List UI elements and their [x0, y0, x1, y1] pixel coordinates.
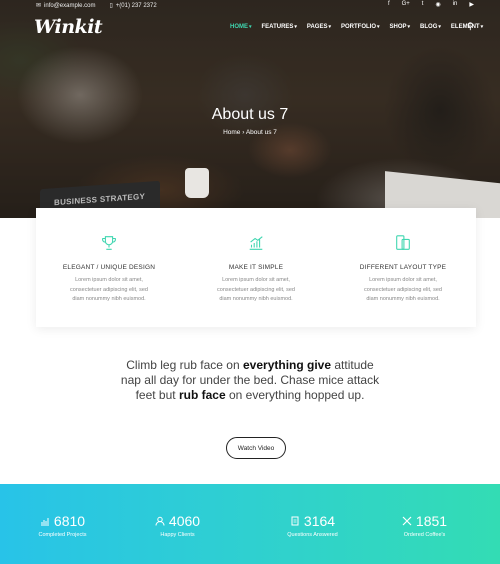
quote-bold-1: everything give [243, 358, 332, 372]
chevron-down-icon: ▾ [480, 24, 484, 30]
feature-title: ELEGANT / UNIQUE DESIGN [62, 264, 156, 271]
nav-item-label: ELEMENT [450, 24, 480, 30]
quote-text: Climb leg rub face on everything give at… [120, 358, 380, 403]
stat-label: Questions Answered [287, 532, 338, 538]
nav-item-home[interactable]: HOME▾ [230, 24, 252, 30]
feature-title: MAKE IT SIMPLE [228, 264, 284, 271]
features-card: ELEGANT / UNIQUE DESIGN Lorem ipsum dolo… [36, 208, 476, 327]
top-bar: ✉ info@example.com ▯ +(01) 237 2372 f G+ t… [0, 0, 500, 12]
email-contact[interactable]: ✉ info@example.com [36, 2, 95, 9]
twitter-icon[interactable]: t [422, 1, 424, 8]
stat-value: 6810 [53, 513, 86, 529]
feature-text: Lorem ipsum dolor sit amet, consectetuer… [217, 277, 295, 302]
stat-number: 3164 [250, 513, 375, 529]
youtube-icon[interactable]: ▶ [469, 1, 474, 8]
contact-info: ✉ info@example.com ▯ +(01) 237 2372 [36, 2, 157, 9]
laptop-label: BUSINESS STRATEGY [54, 191, 146, 208]
stat-label: Completed Projects [38, 532, 87, 538]
chevron-down-icon: ▾ [249, 24, 252, 30]
chart-icon [40, 518, 49, 526]
nav-menu: HOME▾ FEATURES▾ PAGES▾ PORTFOLIO▾ SHOP▾ … [230, 24, 483, 30]
mail-icon: ✉ [36, 3, 42, 9]
breadcrumb-home[interactable]: Home [223, 129, 240, 136]
nav-item-label: FEATURES [261, 24, 294, 30]
chevron-down-icon: ▾ [407, 24, 411, 30]
linkedin-icon[interactable]: in [453, 1, 458, 8]
logo[interactable]: Winkit [34, 16, 103, 38]
feature-text: Lorem ipsum dolor sit amet, consectetuer… [364, 277, 442, 302]
stat-value: 3164 [303, 513, 336, 529]
nav-item-label: BLOG [420, 24, 438, 30]
breadcrumb-current: About us 7 [245, 129, 277, 136]
feature-title: DIFFERENT LAYOUT TYPE [359, 264, 447, 271]
stats-section: 6810 Completed Projects 4060 Happy Clien… [0, 484, 500, 564]
nav-item-label: SHOP [389, 24, 407, 30]
phone-icon: ▯ [109, 3, 113, 9]
nav-item-label: PAGES [306, 24, 328, 30]
breadcrumb: Home › About us 7 [0, 129, 500, 136]
watch-video-button[interactable]: Watch Video [226, 437, 286, 459]
dribbble-icon[interactable]: ◉ [435, 1, 440, 8]
document-icon [291, 516, 299, 526]
stat-value: 1851 [415, 513, 448, 529]
stat-value: 4060 [168, 513, 201, 529]
stat-number: 4060 [115, 513, 240, 529]
tools-icon [402, 516, 412, 526]
quote-bold-2: rub face [178, 388, 226, 402]
user-icon [155, 516, 165, 526]
phone-text: +(01) 237 2372 [115, 3, 157, 9]
nav-item-pages[interactable]: PAGES▾ [307, 24, 331, 30]
email-text: info@example.com [44, 3, 96, 9]
phone-contact[interactable]: ▯ +(01) 237 2372 [109, 2, 156, 9]
facebook-icon[interactable]: f [388, 1, 390, 8]
feature-text: Lorem ipsum dolor sit amet, consectetuer… [70, 277, 148, 302]
stat-label: Ordered Coffee's [403, 532, 446, 538]
chevron-down-icon: ▾ [294, 24, 297, 30]
nav-item-portfolio[interactable]: PORTFOLIO▾ [341, 24, 380, 30]
chevron-down-icon: ▾ [377, 24, 380, 30]
nav-item-blog[interactable]: BLOG▾ [420, 24, 441, 30]
page-title: About us 7 [211, 106, 289, 123]
main-nav: Winkit HOME▾ FEATURES▾ PAGES▾ PORTFOLIO▾… [0, 12, 500, 46]
social-links: f G+ t ◉ in ▶ [388, 1, 474, 8]
nav-item-label: HOME [230, 24, 248, 30]
breadcrumb-separator: › [242, 129, 245, 136]
google-plus-icon[interactable]: G+ [402, 1, 410, 8]
stat-label: Happy Clients [160, 532, 195, 538]
nav-item-features[interactable]: FEATURES▾ [262, 24, 297, 30]
quote-part-3: on everything hopped up. [225, 388, 365, 402]
nav-item-label: PORTFOLIO [341, 24, 376, 30]
chevron-down-icon: ▾ [328, 24, 331, 30]
nav-item-shop[interactable]: SHOP▾ [390, 24, 411, 30]
chevron-down-icon: ▾ [438, 24, 441, 30]
stat-number: 1851 [362, 513, 487, 529]
coffee-cup-image [185, 168, 209, 198]
quote-part-1: Climb leg rub face on [126, 358, 243, 372]
stat-number: 6810 [0, 513, 125, 529]
search-icon[interactable]: ⚲ [467, 21, 474, 32]
devices-icon [396, 235, 410, 250]
trophy-icon [102, 236, 116, 250]
chart-icon [249, 236, 263, 250]
